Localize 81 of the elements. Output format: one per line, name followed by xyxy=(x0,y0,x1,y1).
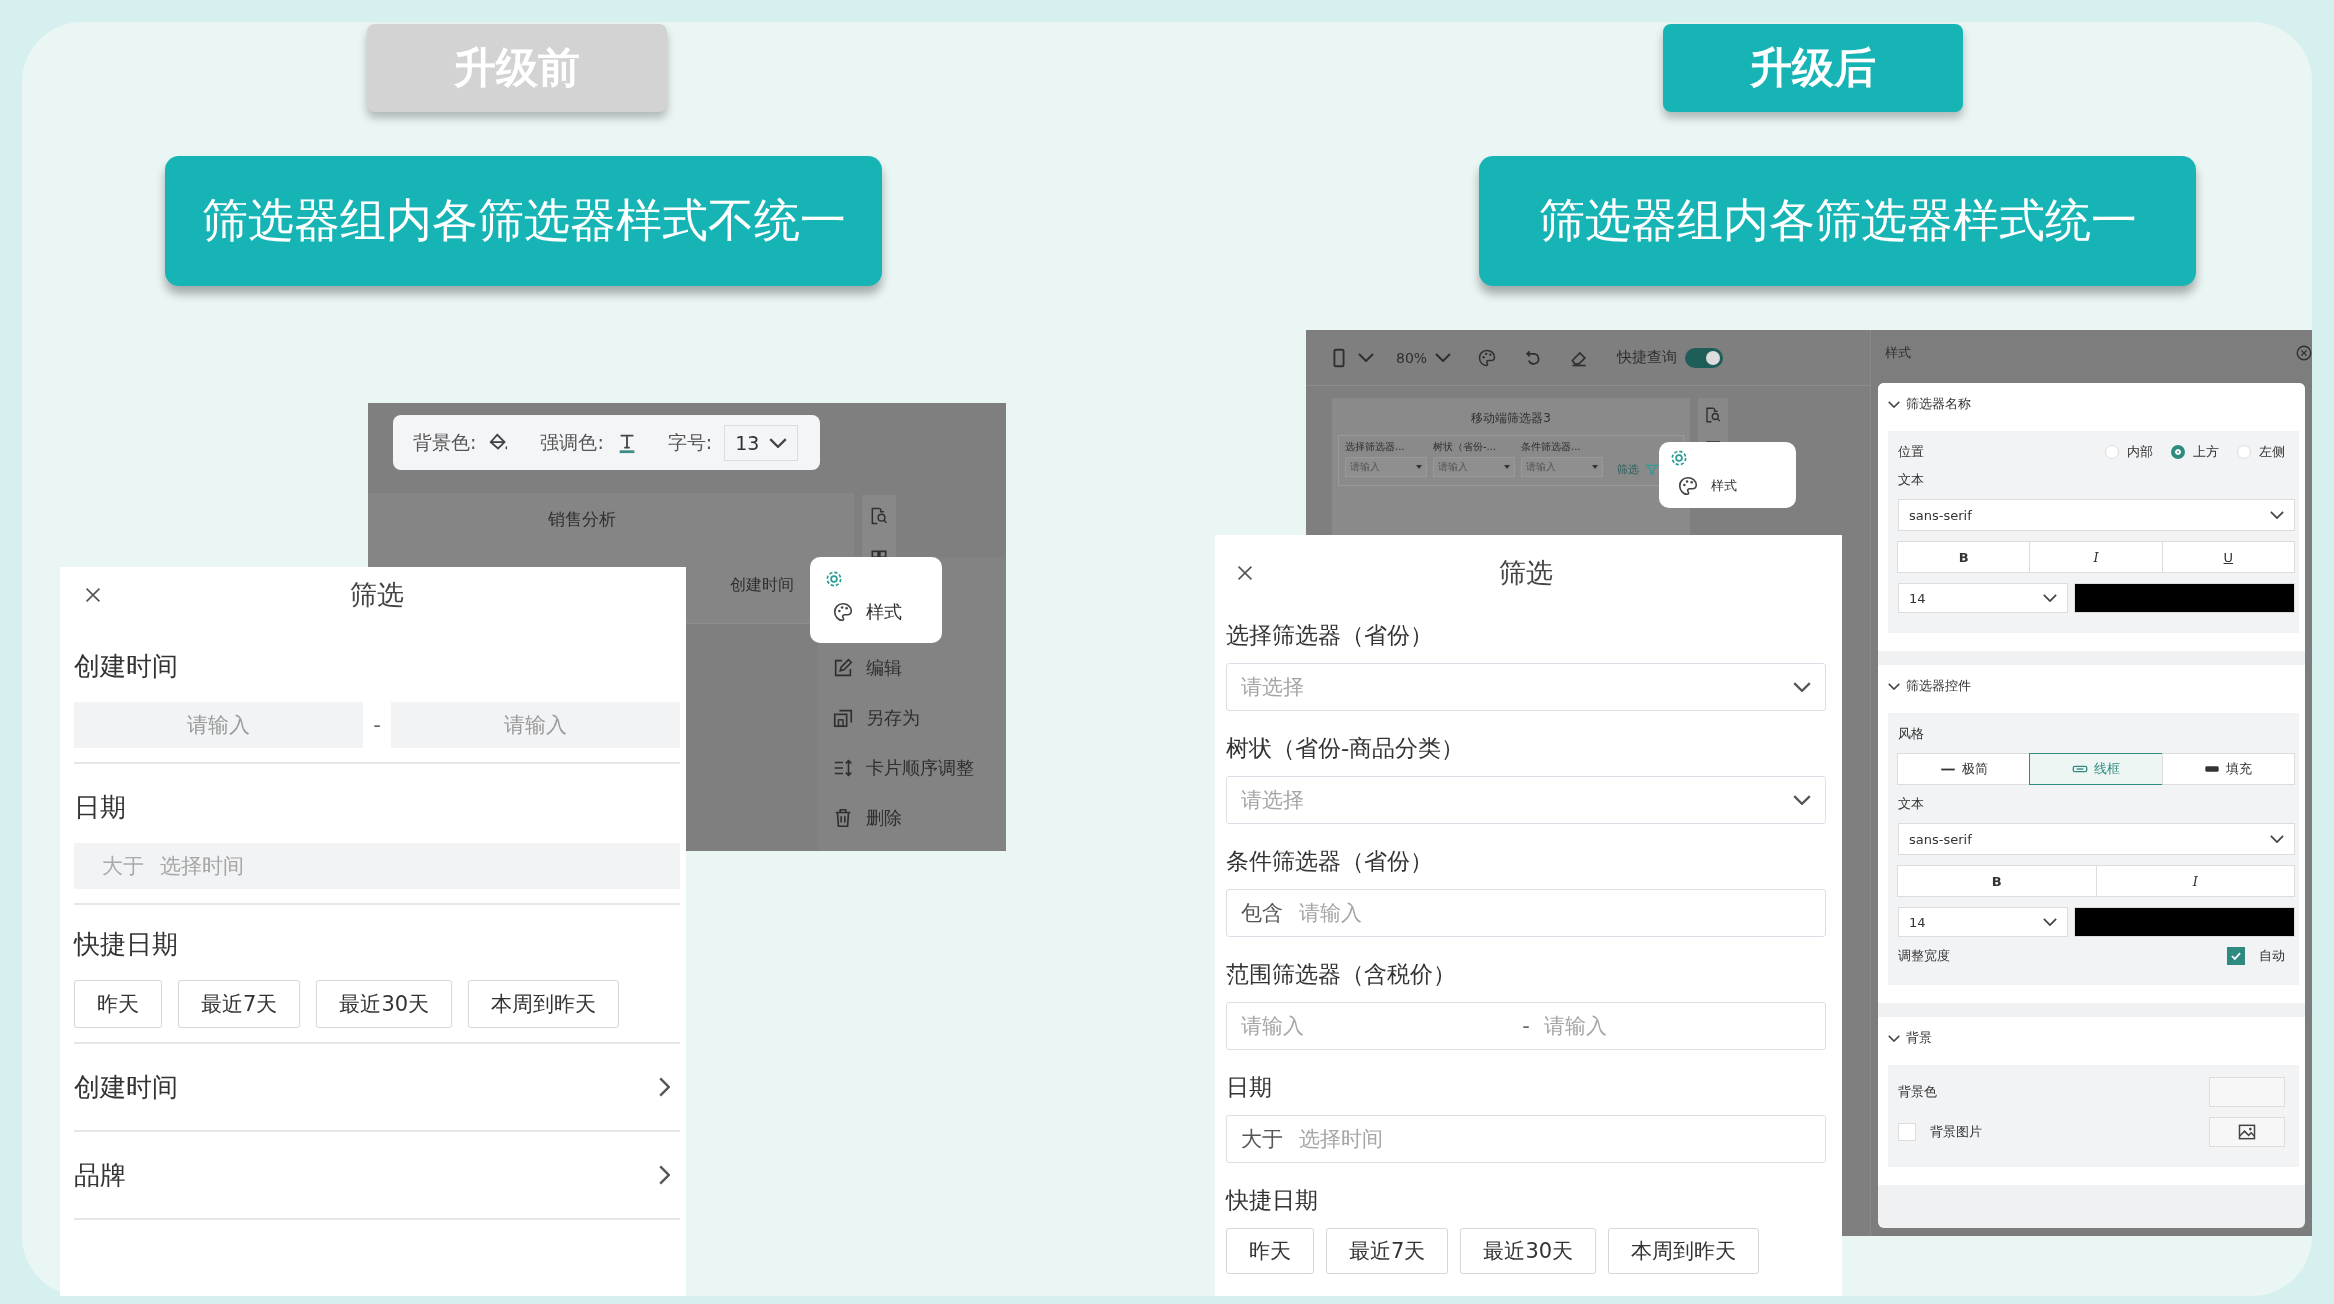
date-shortcut-button[interactable]: 最近30天 xyxy=(316,980,453,1028)
operator-label: 大于 xyxy=(1241,1126,1283,1153)
filter-label: 条件筛选器（省份） xyxy=(1226,847,1434,876)
radio-label: 左侧 xyxy=(2259,443,2285,461)
panel-title: 筛选 xyxy=(1499,556,1553,590)
date-shortcut-button[interactable]: 本周到昨天 xyxy=(468,980,620,1028)
operator-label: 大于 xyxy=(102,853,144,880)
format-button[interactable]: I xyxy=(2095,865,2295,897)
placeholder-text: 请输入 xyxy=(1241,1013,1305,1040)
placeholder-text: 选择时间 xyxy=(1299,1126,1383,1153)
setting-label: 文本 xyxy=(1898,471,1925,489)
menu-item[interactable]: 编辑 xyxy=(810,643,1006,693)
filter-label: 树状（省份-... xyxy=(1433,440,1498,454)
filter-label: 快捷日期 xyxy=(1226,1186,1319,1215)
card-title: 移动端筛选器3 xyxy=(1470,410,1552,427)
date-shortcut-button[interactable]: 昨天 xyxy=(74,980,162,1028)
font-size-select[interactable]: 14 xyxy=(1898,907,2068,937)
panel-title: 样式 xyxy=(1885,343,1911,362)
filter-label: 条件筛选器... xyxy=(1521,440,1582,454)
filter-label: 树状（省份-商品分类） xyxy=(1226,734,1466,763)
setting-label: 风格 xyxy=(1898,725,1925,743)
section-title: 筛选器名称 xyxy=(1906,395,1971,413)
toolbar-label: 字号: xyxy=(667,429,713,455)
date-shortcut-button[interactable]: 最近7天 xyxy=(178,980,301,1028)
input-field[interactable]: 包含 请输入 xyxy=(1226,889,1826,937)
format-button[interactable]: B xyxy=(1897,541,2031,573)
section-title: 筛选器控件 xyxy=(1906,677,1971,695)
checkbox-label: 自动 xyxy=(2259,947,2285,965)
date-shortcut-button[interactable]: 最近30天 xyxy=(1460,1228,1597,1274)
version-tag: 升级后 xyxy=(1663,24,1963,112)
font-select[interactable]: sans-serif xyxy=(1898,823,2295,855)
menu-item[interactable]: 删除 xyxy=(810,793,1006,843)
setting-label: 位置 xyxy=(1898,443,1924,461)
filter-row[interactable]: 创建时间 xyxy=(74,1069,178,1105)
toolbar-label: 背景色: xyxy=(413,429,477,455)
operator-label: 包含 xyxy=(1241,900,1283,927)
date-shortcut-button[interactable]: 最近7天 xyxy=(1326,1228,1449,1274)
radio-label: 内部 xyxy=(2127,443,2153,461)
menu-item[interactable]: 另存为 xyxy=(810,693,1006,743)
filter-label: 日期 xyxy=(1226,1073,1273,1102)
format-button[interactable]: B xyxy=(1897,865,2097,897)
panel-title: 筛选 xyxy=(350,578,404,612)
font-select[interactable]: sans-serif xyxy=(1898,499,2295,531)
filter-label: 创建时间 xyxy=(730,575,794,596)
toolbar-label: 强调色: xyxy=(540,429,604,455)
filter-label: 日期 xyxy=(74,791,127,824)
headline-banner: 筛选器组内各筛选器样式不统一 xyxy=(165,156,882,286)
placeholder-text: 请输入 xyxy=(1299,900,1362,927)
placeholder-text: 请输入 xyxy=(1543,1013,1608,1040)
font-size-select[interactable]: 14 xyxy=(1898,583,2068,613)
menu-item[interactable]: 样式 xyxy=(1669,468,1786,504)
section-title: 背景 xyxy=(1906,1029,1932,1047)
headline-banner: 筛选器组内各筛选器样式统一 xyxy=(1479,156,2196,286)
filter-label: 选择筛选器... xyxy=(1345,440,1406,454)
filter-label: 创建时间 xyxy=(74,650,179,683)
style-option[interactable]: 极简 xyxy=(1897,753,2031,785)
setting-label: 背景色 xyxy=(1898,1083,1937,1101)
filter-label: 选择筛选器（省份） xyxy=(1226,621,1434,650)
format-button[interactable]: U xyxy=(2161,541,2295,573)
toggle-label: 快捷查询 xyxy=(1617,348,1678,367)
setting-label: 文本 xyxy=(1898,795,1925,813)
style-option[interactable]: 线框 xyxy=(2029,753,2163,785)
filter-row[interactable]: 品牌 xyxy=(74,1157,126,1193)
date-shortcut-button[interactable]: 本周到昨天 xyxy=(1608,1228,1760,1274)
font-size-select[interactable]: 13 xyxy=(724,424,799,461)
setting-label: 调整宽度 xyxy=(1898,947,1950,965)
range-separator: - xyxy=(373,713,381,737)
radio-label: 上方 xyxy=(2193,443,2219,461)
placeholder-text: 选择时间 xyxy=(160,853,244,880)
date-shortcut-button[interactable]: 昨天 xyxy=(1226,1228,1314,1274)
range-field[interactable]: 请输入 - 请输入 xyxy=(1226,1002,1826,1050)
menu-item[interactable]: 样式 xyxy=(824,589,928,635)
filter-label: 范围筛选器（含税价） xyxy=(1226,960,1457,989)
range-separator: - xyxy=(1522,1014,1530,1038)
style-option[interactable]: 填充 xyxy=(2161,753,2295,785)
input-field[interactable]: 大于 选择时间 xyxy=(1226,1115,1826,1163)
menu-item[interactable]: 卡片顺序调整 xyxy=(810,743,1006,793)
checkbox-label: 背景图片 xyxy=(1930,1123,1982,1141)
filter-label: 快捷日期 xyxy=(74,928,179,961)
format-button[interactable]: I xyxy=(2029,541,2163,573)
card-title: 销售分析 xyxy=(548,508,616,531)
